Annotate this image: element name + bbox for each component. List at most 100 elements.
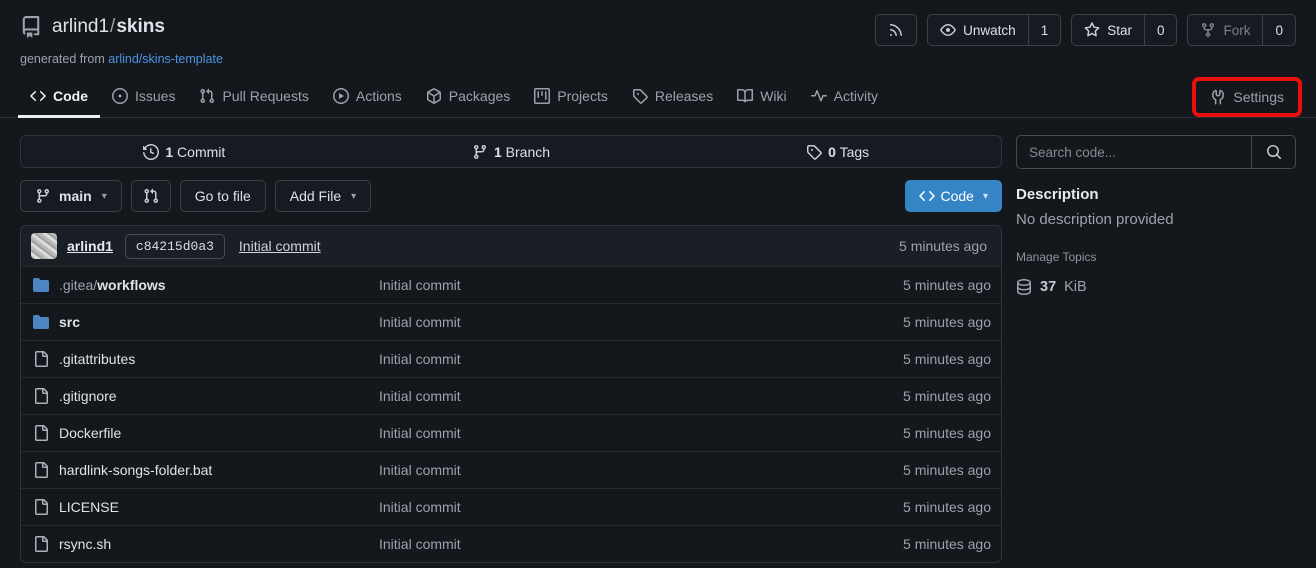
file-row[interactable]: rsync.shInitial commit5 minutes ago bbox=[21, 525, 1001, 562]
file-commit-time: 5 minutes ago bbox=[903, 425, 1001, 441]
file-link[interactable]: Dockerfile bbox=[59, 425, 121, 441]
repo-size-unit: KiB bbox=[1064, 279, 1087, 295]
star-label: Star bbox=[1107, 23, 1132, 38]
repo-owner-link[interactable]: arlind1 bbox=[52, 16, 109, 37]
file-commit-message[interactable]: Initial commit bbox=[379, 425, 461, 441]
search-icon bbox=[1266, 144, 1282, 160]
commit-hash-badge[interactable]: c84215d0a3 bbox=[125, 234, 225, 259]
file-row[interactable]: srcInitial commit5 minutes ago bbox=[21, 303, 1001, 340]
tab-label: Pull Requests bbox=[222, 88, 308, 104]
tab-code[interactable]: Code bbox=[18, 76, 100, 118]
file-commit-time: 5 minutes ago bbox=[903, 277, 1001, 293]
code-download-button[interactable]: Code ▾ bbox=[905, 180, 1003, 212]
fork-label: Fork bbox=[1223, 23, 1250, 38]
file-link[interactable]: .gitignore bbox=[59, 388, 117, 404]
avatar[interactable] bbox=[31, 233, 57, 259]
file-link[interactable]: LICENSE bbox=[59, 499, 119, 515]
file-icon bbox=[33, 499, 49, 515]
file-row[interactable]: hardlink-songs-folder.bat Initial commit 5… bbox=[21, 451, 1001, 488]
file-path-prefix: .gitea/ bbox=[59, 277, 97, 293]
tag-icon bbox=[632, 88, 648, 104]
file-row[interactable]: .gitea/workflows Initial commit 5 minutes … bbox=[21, 266, 1001, 303]
file-commit-message[interactable]: Initial commit bbox=[379, 499, 461, 515]
file-commit-time: 5 minutes ago bbox=[903, 462, 1001, 478]
folder-icon bbox=[33, 277, 49, 293]
commits-count-label: 1 Commit bbox=[165, 144, 225, 160]
file-row[interactable]: Dockerfile Initial commit 5 minutes ago bbox=[21, 414, 1001, 451]
package-icon bbox=[426, 88, 442, 104]
repo-nav-tabs: Code Issues Pull Requests ActionsPackagesPr… bbox=[0, 76, 1316, 118]
branch-selector[interactable]: main ▾ bbox=[20, 180, 122, 212]
file-commit-message[interactable]: Initial commit bbox=[379, 462, 461, 478]
star-button[interactable]: Star 0 bbox=[1071, 14, 1177, 46]
file-commit-message[interactable]: Initial commit bbox=[379, 536, 461, 552]
tab-packages[interactable]: Packages bbox=[414, 76, 522, 118]
file-link[interactable]: src bbox=[59, 314, 80, 330]
chevron-down-icon: ▾ bbox=[351, 191, 356, 202]
unwatch-button[interactable]: Unwatch1 bbox=[927, 14, 1061, 46]
unwatch-count[interactable]: 1 bbox=[1028, 15, 1061, 45]
tab-wiki[interactable]: Wiki bbox=[725, 76, 798, 118]
repo-sidebar: Description No description provided Mana… bbox=[1016, 135, 1296, 563]
template-repo-link[interactable]: arlind/skins-template bbox=[108, 52, 223, 66]
generated-from-text: generated from bbox=[20, 52, 105, 66]
tab-label: Wiki bbox=[760, 88, 786, 104]
file-commit-message[interactable]: Initial commit bbox=[379, 351, 461, 367]
tab-issues[interactable]: Issues bbox=[100, 76, 187, 118]
search-button[interactable] bbox=[1251, 136, 1295, 168]
branches-segment[interactable]: 1 Branch bbox=[348, 136, 675, 167]
fork-count[interactable]: 0 bbox=[1262, 15, 1295, 45]
file-name: .gitattributes bbox=[59, 351, 135, 367]
rss-button[interactable] bbox=[875, 14, 917, 46]
latest-commit-row: arlind1 c84215d0a3 Initial commit 5 minu… bbox=[21, 226, 1001, 266]
branches-count-label: 1 Branch bbox=[494, 144, 550, 160]
code-search bbox=[1016, 135, 1296, 169]
go-to-file-button[interactable]: Go to file bbox=[180, 180, 266, 212]
manage-topics-link[interactable]: Manage Topics bbox=[1016, 250, 1097, 264]
tab-pull-requests[interactable]: Pull Requests bbox=[187, 76, 320, 118]
add-file-button[interactable]: Add File ▾ bbox=[275, 180, 371, 212]
description-heading: Description bbox=[1016, 186, 1296, 203]
tab-releases[interactable]: Releases bbox=[620, 76, 725, 118]
tab-label: Issues bbox=[135, 88, 175, 104]
file-commit-message[interactable]: Initial commit bbox=[379, 277, 461, 293]
star-count[interactable]: 0 bbox=[1144, 15, 1177, 45]
tab-activity[interactable]: Activity bbox=[799, 76, 890, 118]
file-link[interactable]: .gitattributes bbox=[59, 351, 135, 367]
tab-projects[interactable]: Projects bbox=[522, 76, 620, 118]
file-commit-message[interactable]: Initial commit bbox=[379, 388, 461, 404]
file-commit-time: 5 minutes ago bbox=[903, 388, 1001, 404]
search-input[interactable] bbox=[1017, 136, 1251, 168]
repo-action-buttons: Unwatch1 Star 0 Fork 0 bbox=[875, 14, 1296, 46]
chevron-down-icon: ▾ bbox=[102, 191, 107, 202]
tab-settings[interactable]: Settings bbox=[1198, 83, 1296, 111]
file-commit-time: 5 minutes ago bbox=[903, 499, 1001, 515]
file-link[interactable]: hardlink-songs-folder.bat bbox=[59, 462, 212, 478]
history-icon bbox=[143, 144, 159, 160]
file-row[interactable]: .gitattributes Initial commit 5 minutes ag… bbox=[21, 340, 1001, 377]
compare-button[interactable] bbox=[131, 180, 171, 212]
repo-name-link[interactable]: skins bbox=[116, 16, 165, 37]
file-row[interactable]: .gitignore Initial commit 5 minutes ago bbox=[21, 377, 1001, 414]
file-commit-message[interactable]: Initial commit bbox=[379, 314, 461, 330]
tab-label: Activity bbox=[834, 88, 878, 104]
commits-segment[interactable]: 1 Commit bbox=[21, 136, 348, 167]
file-icon bbox=[33, 351, 49, 367]
file-link[interactable]: .gitea/workflows bbox=[59, 277, 166, 293]
file-table: arlind1 c84215d0a3 Initial commit 5 minu… bbox=[20, 225, 1002, 563]
tag-icon bbox=[806, 144, 822, 160]
file-name: LICENSE bbox=[59, 499, 119, 515]
commit-author-link[interactable]: arlind1 bbox=[67, 238, 113, 254]
issue-icon bbox=[112, 88, 128, 104]
description-text: No description provided bbox=[1016, 211, 1296, 228]
fork-button[interactable]: Fork 0 bbox=[1187, 14, 1296, 46]
file-row[interactable]: LICENSE Initial commit 5 minutes ago bbox=[21, 488, 1001, 525]
repo-size-value: 37 bbox=[1040, 279, 1056, 295]
tab-actions[interactable]: Actions bbox=[321, 76, 414, 118]
file-link[interactable]: rsync.sh bbox=[59, 536, 111, 552]
file-icon bbox=[33, 388, 49, 404]
fork-icon bbox=[1200, 22, 1216, 38]
tags-segment[interactable]: 0 Tags bbox=[674, 136, 1001, 167]
commit-message-link[interactable]: Initial commit bbox=[239, 238, 321, 254]
file-commit-time: 5 minutes ago bbox=[903, 351, 1001, 367]
